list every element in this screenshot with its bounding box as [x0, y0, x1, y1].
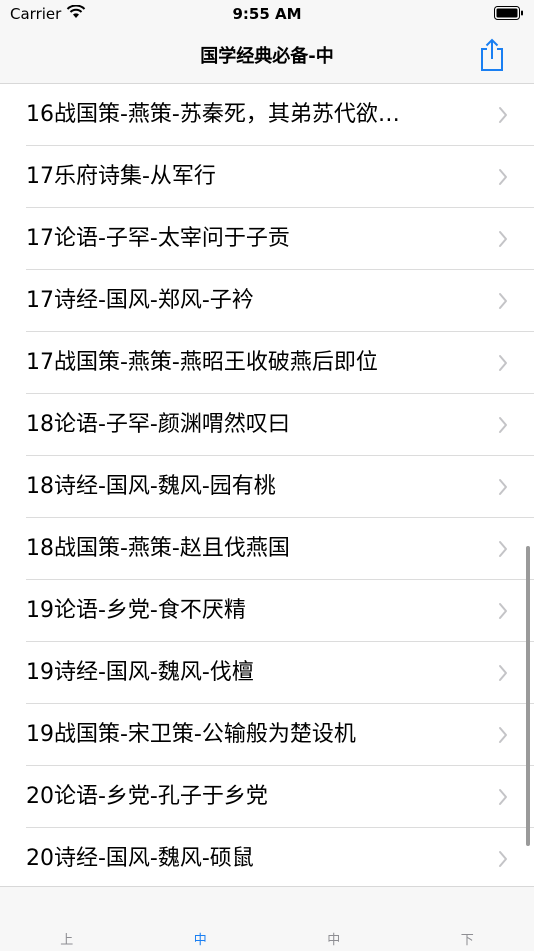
- list-item[interactable]: 20论语-乡党-孔子于乡党: [0, 766, 534, 828]
- chevron-right-icon: [498, 478, 508, 496]
- list-item-label: 17乐府诗集-从军行: [26, 146, 476, 208]
- tab-0[interactable]: 上: [0, 929, 134, 948]
- chevron-right-icon: [498, 602, 508, 620]
- content-list[interactable]: 16战国策-燕策-苏秦死，其弟苏代欲…17乐府诗集-从军行17论语-子罕-太宰问…: [0, 84, 534, 886]
- list-item-label: 18战国策-燕策-赵且伐燕国: [26, 518, 476, 580]
- chevron-right-icon: [498, 168, 508, 186]
- list-item-label: 20论语-乡党-孔子于乡党: [26, 766, 476, 828]
- chevron-right-icon: [498, 416, 508, 434]
- chevron-right-icon: [498, 106, 508, 124]
- scrollbar[interactable]: [526, 546, 530, 846]
- list-item[interactable]: 17战国策-燕策-燕昭王收破燕后即位: [0, 332, 534, 394]
- list-item-label: 19战国策-宋卫策-公输般为楚设机: [26, 704, 476, 766]
- list-item-label: 17论语-子罕-太宰问于子贡: [26, 208, 476, 270]
- list-item[interactable]: 18论语-子罕-颜渊喟然叹曰: [0, 394, 534, 456]
- tab-1[interactable]: 中: [134, 929, 268, 948]
- list-item-label: 18诗经-国风-魏风-园有桃: [26, 456, 476, 518]
- battery-icon: [494, 6, 524, 20]
- clock: 9:55 AM: [0, 5, 534, 23]
- list-item[interactable]: 16战国策-燕策-苏秦死，其弟苏代欲…: [0, 84, 534, 146]
- list-item[interactable]: 19论语-乡党-食不厌精: [0, 580, 534, 642]
- list-item[interactable]: 18战国策-燕策-赵且伐燕国: [0, 518, 534, 580]
- chevron-right-icon: [498, 788, 508, 806]
- list-item-label: 20诗经-国风-魏风-硕鼠: [26, 828, 476, 886]
- list-item[interactable]: 19诗经-国风-魏风-伐檀: [0, 642, 534, 704]
- tab-3[interactable]: 下: [401, 929, 534, 948]
- list-item[interactable]: 17乐府诗集-从军行: [0, 146, 534, 208]
- list-item-label: 19论语-乡党-食不厌精: [26, 580, 476, 642]
- chevron-right-icon: [498, 230, 508, 248]
- nav-bar: 国学经典必备-中: [0, 28, 534, 84]
- chevron-right-icon: [498, 850, 508, 868]
- chevron-right-icon: [498, 540, 508, 558]
- list-item-label: 17诗经-国风-郑风-子衿: [26, 270, 476, 332]
- share-icon[interactable]: [478, 37, 506, 73]
- list-item[interactable]: 20诗经-国风-魏风-硕鼠: [0, 828, 534, 886]
- list-item[interactable]: 17论语-子罕-太宰问于子贡: [0, 208, 534, 270]
- chevron-right-icon: [498, 664, 508, 682]
- list-item[interactable]: 19战国策-宋卫策-公输般为楚设机: [0, 704, 534, 766]
- tab-bar: 上中中下: [0, 886, 534, 951]
- status-bar: Carrier 9:55 AM: [0, 0, 534, 28]
- list-item[interactable]: 18诗经-国风-魏风-园有桃: [0, 456, 534, 518]
- list-item[interactable]: 17诗经-国风-郑风-子衿: [0, 270, 534, 332]
- page-title: 国学经典必备-中: [0, 42, 534, 68]
- chevron-right-icon: [498, 726, 508, 744]
- chevron-right-icon: [498, 354, 508, 372]
- list-item-label: 16战国策-燕策-苏秦死，其弟苏代欲…: [26, 84, 476, 146]
- tab-2[interactable]: 中: [267, 929, 401, 948]
- chevron-right-icon: [498, 292, 508, 310]
- list-item-label: 17战国策-燕策-燕昭王收破燕后即位: [26, 332, 476, 394]
- list-item-label: 19诗经-国风-魏风-伐檀: [26, 642, 476, 704]
- list-item-label: 18论语-子罕-颜渊喟然叹曰: [26, 394, 476, 456]
